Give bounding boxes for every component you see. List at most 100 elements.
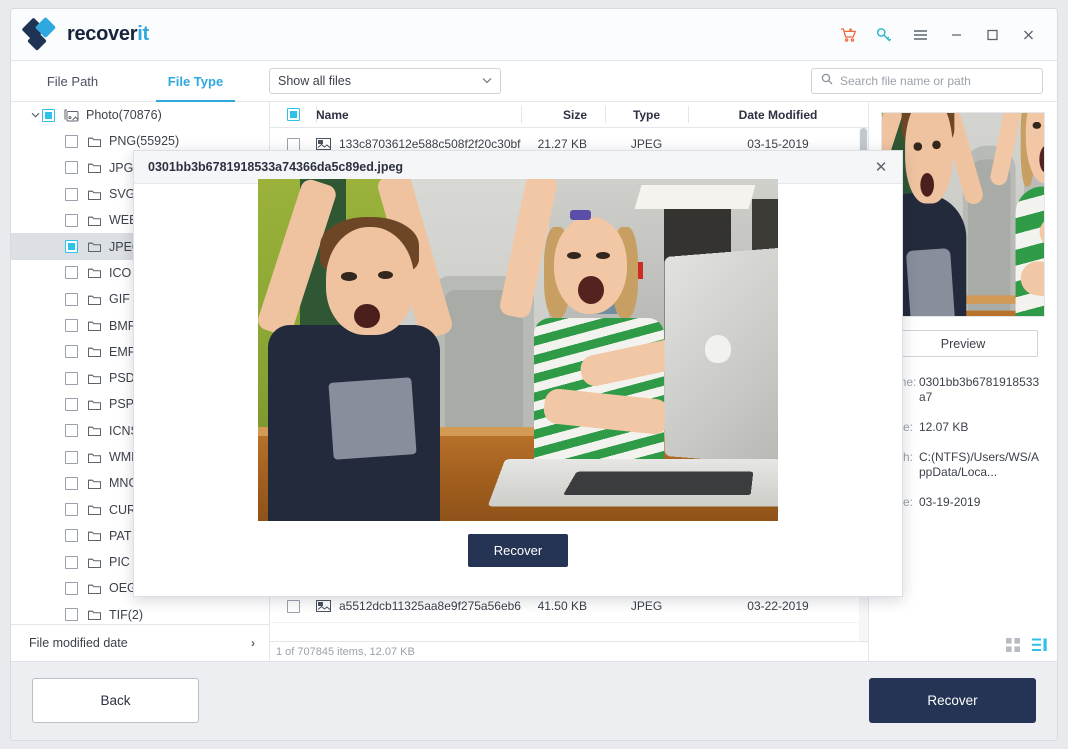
metadata-value: C:(NTFS)/Users/WS/AppData/Loca...: [919, 450, 1045, 480]
tree-checkbox[interactable]: [65, 293, 78, 306]
tree-checkbox[interactable]: [65, 451, 78, 464]
tree-row-photo[interactable]: Photo(70876): [11, 102, 269, 128]
folder-icon: [87, 345, 102, 358]
metadata-row: Path:C:(NTFS)/Users/WS/AppData/Loca...: [881, 450, 1045, 480]
title-bar: recoverit: [11, 9, 1057, 61]
folder-icon: [87, 451, 102, 464]
tree-checkbox[interactable]: [65, 161, 78, 174]
folder-icon: [87, 582, 102, 595]
tree-label-photo: Photo(70876): [86, 108, 162, 122]
preview-image-large: [258, 179, 778, 527]
metadata-row: Size:12.07 KB: [881, 420, 1045, 435]
tree-checkbox[interactable]: [65, 266, 78, 279]
tree-checkbox[interactable]: [65, 582, 78, 595]
column-header-type[interactable]: Type: [605, 102, 688, 127]
tree-checkbox[interactable]: [65, 424, 78, 437]
tree-label: PSD: [109, 371, 135, 385]
tree-checkbox[interactable]: [65, 214, 78, 227]
column-header-name[interactable]: Name: [316, 102, 521, 127]
folder-icon: [87, 372, 102, 385]
folder-icon: [87, 503, 102, 516]
back-button[interactable]: Back: [32, 678, 199, 723]
folder-icon: [87, 188, 102, 201]
image-thumb-icon: [316, 600, 331, 612]
app-title: recoverit: [67, 23, 149, 46]
folder-icon: [87, 424, 102, 437]
tree-checkbox[interactable]: [65, 477, 78, 490]
tab-file-type[interactable]: File Type: [134, 61, 257, 102]
photo-folder-icon: [64, 109, 79, 122]
recover-button[interactable]: Recover: [869, 678, 1036, 723]
recoverit-window: recoverit: [10, 8, 1058, 741]
column-header-date-modified[interactable]: Date Modified: [688, 102, 868, 127]
tree-label: SVG: [109, 187, 135, 201]
photo-illustration: [258, 179, 778, 527]
tree-label: ICO: [109, 266, 131, 280]
tab-file-path[interactable]: File Path: [11, 61, 134, 102]
file-list-header: Name Size Type Date Modified: [270, 102, 868, 128]
column-header-size[interactable]: Size: [521, 102, 605, 127]
brand-primary: recover: [67, 23, 137, 45]
folder-icon: [87, 556, 102, 569]
folder-icon: [87, 240, 102, 253]
tree-label: PSP: [109, 397, 134, 411]
folder-icon: [87, 608, 102, 621]
select-all-cell: [270, 102, 316, 127]
search-box[interactable]: [811, 68, 1043, 94]
folder-icon: [87, 319, 102, 332]
view-tabs: File Path File Type: [11, 61, 257, 102]
preview-button[interactable]: Preview: [888, 330, 1038, 357]
tree-checkbox[interactable]: [65, 556, 78, 569]
tree-checkbox[interactable]: [65, 188, 78, 201]
metadata-row: Name:0301bb3b6781918533a7: [881, 375, 1045, 405]
preview-thumbnail[interactable]: [881, 112, 1045, 317]
brand-accent: it: [137, 23, 149, 45]
folder-icon: [87, 529, 102, 542]
tree-checkbox[interactable]: [65, 398, 78, 411]
tree-label: PAT: [109, 529, 131, 543]
grid-view-icon[interactable]: [1006, 638, 1020, 657]
modal-recover-button[interactable]: Recover: [468, 534, 568, 567]
tree-checkbox[interactable]: [65, 372, 78, 385]
search-input[interactable]: [840, 74, 1033, 88]
tree-checkbox-photo[interactable]: [42, 109, 55, 122]
metadata-value: 03-19-2019: [919, 495, 980, 510]
modal-body: [134, 184, 902, 521]
select-all-checkbox[interactable]: [287, 108, 300, 121]
tree-checkbox[interactable]: [65, 240, 78, 253]
folder-icon: [87, 398, 102, 411]
tree-checkbox[interactable]: [65, 345, 78, 358]
file-filter-value: Show all files: [278, 74, 351, 88]
metadata-row: Date:03-19-2019: [881, 495, 1045, 510]
folder-icon: [87, 266, 102, 279]
file-modified-date-filter[interactable]: File modified date ›: [11, 624, 269, 661]
tree-checkbox[interactable]: [65, 608, 78, 621]
chevron-down-icon[interactable]: [29, 112, 42, 118]
tree-checkbox[interactable]: [65, 503, 78, 516]
image-thumb-icon: [316, 138, 331, 150]
menu-icon[interactable]: [905, 20, 935, 50]
key-icon[interactable]: [869, 20, 899, 50]
list-view-icon[interactable]: [1032, 638, 1047, 657]
metadata-value: 12.07 KB: [919, 420, 968, 435]
preview-thumbnail-image: [881, 112, 1045, 317]
tree-row-tif-2[interactable]: TIF(2): [11, 602, 269, 624]
file-filter-select[interactable]: Show all files: [269, 68, 501, 94]
tree-checkbox[interactable]: [65, 529, 78, 542]
tree-checkbox[interactable]: [65, 135, 78, 148]
minimize-icon[interactable]: [941, 20, 971, 50]
close-icon[interactable]: ✕: [870, 156, 892, 178]
status-text: 1 of 707845 items, 12.07 KB: [276, 646, 415, 658]
view-mode-switcher: [1006, 638, 1047, 657]
row-checkbox[interactable]: [287, 600, 300, 613]
tree-checkbox[interactable]: [65, 319, 78, 332]
app-logo: recoverit: [25, 19, 149, 51]
cart-icon[interactable]: [833, 20, 863, 50]
close-icon[interactable]: [1013, 20, 1043, 50]
maximize-icon[interactable]: [977, 20, 1007, 50]
modal-footer: Recover: [134, 521, 902, 596]
row-checkbox[interactable]: [287, 138, 300, 151]
recoverit-logo-icon: [25, 19, 57, 51]
tree-label: TIF(2): [109, 608, 143, 622]
chevron-right-icon: ›: [251, 636, 255, 650]
